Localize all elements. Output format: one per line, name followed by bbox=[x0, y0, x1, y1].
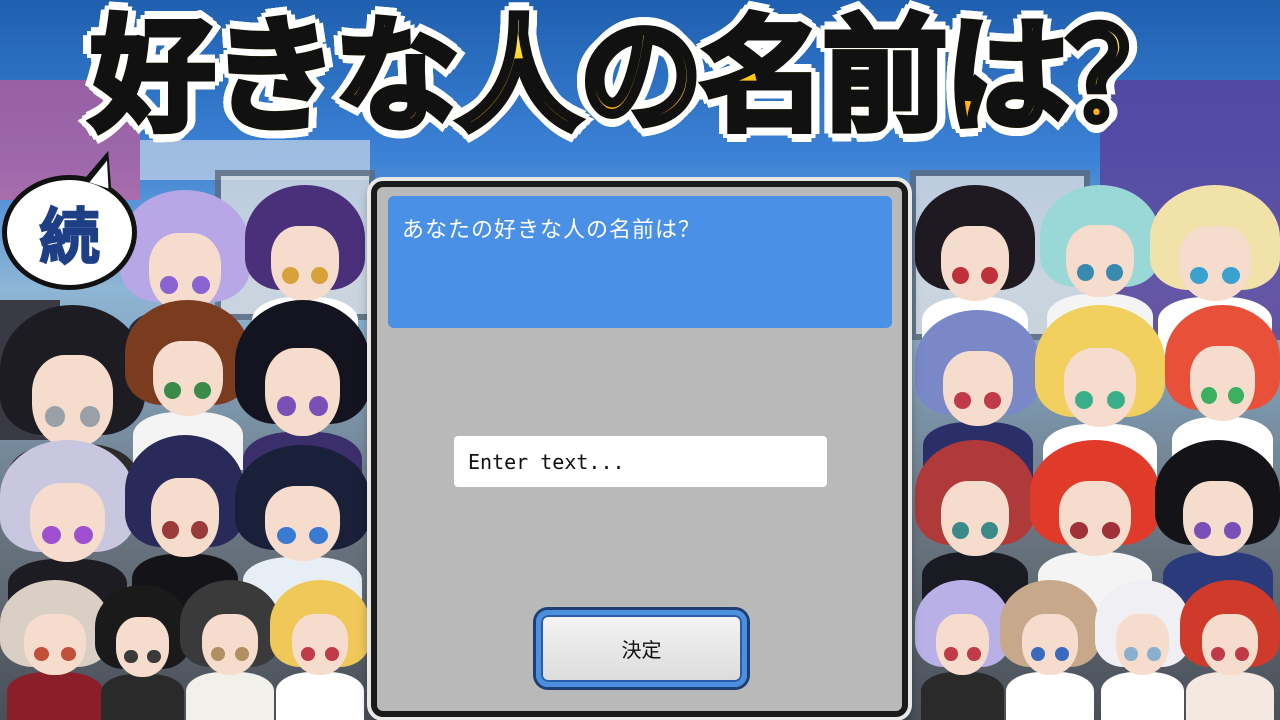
character-face bbox=[935, 613, 990, 676]
character-eye bbox=[1190, 266, 1209, 284]
character-eye bbox=[191, 276, 210, 295]
character-face bbox=[1182, 480, 1253, 556]
character-eye bbox=[1106, 264, 1123, 281]
character-face bbox=[941, 480, 1009, 556]
character-face bbox=[31, 355, 114, 448]
character-eye bbox=[1070, 521, 1089, 539]
character-eye bbox=[1147, 647, 1161, 662]
character-eye bbox=[79, 405, 101, 427]
character-eye bbox=[282, 266, 299, 284]
character-eye bbox=[124, 649, 138, 664]
character-eye bbox=[276, 526, 296, 544]
character-eye bbox=[1221, 266, 1240, 284]
character-face bbox=[1190, 345, 1255, 421]
character-eye bbox=[311, 266, 328, 284]
character-eye bbox=[944, 647, 958, 662]
character-face bbox=[202, 613, 258, 676]
badge-text: 続 bbox=[39, 202, 101, 274]
character-eye bbox=[1223, 521, 1242, 539]
character-body bbox=[6, 672, 104, 720]
character-eye bbox=[981, 521, 998, 539]
character-face bbox=[264, 485, 341, 561]
character-face bbox=[292, 613, 348, 676]
character-face bbox=[151, 478, 219, 558]
character-face bbox=[1063, 348, 1137, 428]
character-face bbox=[1058, 480, 1132, 556]
character-eye bbox=[967, 647, 981, 662]
character-eye bbox=[1077, 264, 1094, 281]
character-eye bbox=[60, 647, 76, 662]
character-face bbox=[1202, 613, 1258, 676]
character-portrait bbox=[180, 580, 280, 720]
dialog-header: あなたの好きな人の名前は？ bbox=[388, 196, 892, 328]
character-face bbox=[115, 617, 170, 677]
character-body bbox=[1006, 672, 1094, 720]
character-eye bbox=[953, 391, 972, 409]
continued-badge: 続 bbox=[2, 175, 137, 290]
character-face bbox=[1115, 613, 1170, 676]
character-body bbox=[276, 672, 364, 720]
character-body bbox=[186, 672, 274, 720]
character-portrait bbox=[1180, 580, 1280, 720]
character-eye bbox=[193, 381, 212, 399]
character-eye bbox=[952, 266, 969, 284]
character-eye bbox=[147, 649, 161, 664]
character-portrait bbox=[0, 580, 110, 720]
character-face bbox=[29, 483, 106, 563]
character-eye bbox=[1106, 391, 1125, 410]
character-portrait bbox=[270, 580, 370, 720]
character-face bbox=[941, 225, 1009, 301]
character-body bbox=[100, 674, 185, 720]
character-face bbox=[152, 340, 223, 416]
confirm-button[interactable]: 決定 bbox=[536, 610, 747, 687]
character-portrait bbox=[95, 585, 190, 720]
character-eye bbox=[163, 381, 182, 399]
character-eye bbox=[1200, 386, 1217, 404]
character-portrait bbox=[1000, 580, 1100, 720]
character-face bbox=[1022, 613, 1078, 676]
title-text: 好きな人の名前は？ bbox=[88, 5, 1194, 149]
character-eye bbox=[1124, 647, 1138, 662]
name-input-dialog: あなたの好きな人の名前は？ 決定 bbox=[371, 181, 908, 717]
name-input[interactable] bbox=[454, 436, 827, 487]
character-portrait bbox=[1095, 580, 1190, 720]
character-eye bbox=[309, 526, 329, 544]
character-body bbox=[920, 672, 1005, 720]
character-face bbox=[1066, 224, 1134, 298]
character-eye bbox=[983, 391, 1002, 409]
dialog-prompt: あなたの好きな人の名前は？ bbox=[402, 218, 702, 243]
character-body bbox=[1100, 672, 1185, 720]
character-eye bbox=[1228, 386, 1245, 404]
character-face bbox=[271, 225, 339, 301]
character-eye bbox=[1101, 521, 1120, 539]
character-face bbox=[1178, 225, 1252, 301]
character-face bbox=[942, 350, 1013, 426]
character-eye bbox=[981, 266, 998, 284]
character-eye bbox=[44, 405, 66, 427]
character-face bbox=[24, 613, 86, 676]
character-portrait bbox=[915, 580, 1010, 720]
character-eye bbox=[276, 396, 296, 416]
thumbnail-title: 好きな人の名前は？ bbox=[0, 2, 1280, 152]
character-body bbox=[1186, 672, 1274, 720]
character-face bbox=[264, 348, 341, 436]
character-eye bbox=[952, 521, 969, 539]
character-eye bbox=[1193, 521, 1212, 539]
